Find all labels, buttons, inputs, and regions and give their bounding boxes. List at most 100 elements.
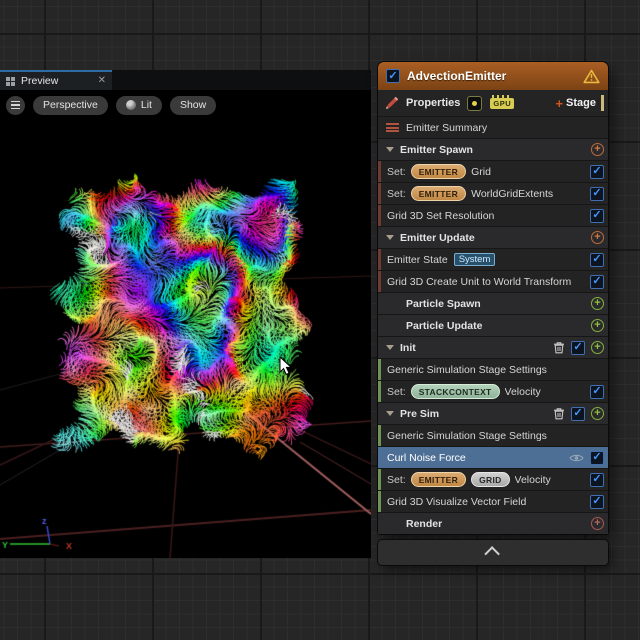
add-module-icon[interactable]: + xyxy=(591,319,604,332)
scope-accent-stripe xyxy=(378,183,381,204)
enabled-checkbox[interactable]: ✓ xyxy=(590,164,604,179)
preview-viewport-canvas xyxy=(0,90,371,558)
emitter-node-panel: ✓ AdvectionEmitter Properties GPU + Stag… xyxy=(378,62,608,565)
namespace-badge-stackcontext: STACKCONTEXT xyxy=(410,384,500,399)
collapse-triangle-icon[interactable] xyxy=(386,147,394,152)
stack-row-generic-simulation-stage-settings[interactable]: Generic Simulation Stage Settings xyxy=(378,425,608,446)
scope-accent-stripe xyxy=(378,249,381,270)
stack-row-curl-noise-force[interactable]: Curl Noise Force ✓ xyxy=(378,447,608,468)
scope-accent-stripe xyxy=(378,425,381,446)
stack-row-worldgridextents[interactable]: Set: EMITTER WorldGridExtents ✓ xyxy=(378,183,608,204)
stack-row-render[interactable]: Render + xyxy=(378,513,608,534)
stack-row-grid[interactable]: Set: EMITTER Grid ✓ xyxy=(378,161,608,182)
set-prefix-label: Set: xyxy=(387,385,406,398)
stack-row-grid-3d-create-unit-to-world-transform[interactable]: Grid 3D Create Unit to World Transform ✓ xyxy=(378,271,608,292)
scope-accent-stripe xyxy=(378,469,381,490)
set-prefix-label: Set: xyxy=(387,165,406,178)
add-module-icon[interactable]: + xyxy=(591,407,604,420)
row-label: Emitter Update xyxy=(400,231,475,244)
gpu-sim-badge: GPU xyxy=(490,94,515,109)
stack-row-velocity[interactable]: Set: STACKCONTEXT Velocity ✓ xyxy=(378,381,608,402)
row-label: Velocity xyxy=(504,385,541,398)
set-prefix-label: Set: xyxy=(387,187,406,200)
stack-row-emitter-state[interactable]: Emitter State System ✓ xyxy=(378,249,608,270)
stack-row-particle-spawn[interactable]: Particle Spawn + xyxy=(378,293,608,314)
mouse-cursor xyxy=(279,356,293,376)
collapse-triangle-icon[interactable] xyxy=(386,235,394,240)
emitter-title: AdvectionEmitter xyxy=(407,69,507,83)
stack-row-grid-3d-set-resolution[interactable]: Grid 3D Set Resolution ✓ xyxy=(378,205,608,226)
summary-list-icon xyxy=(386,123,399,132)
row-label: Grid 3D Visualize Vector Field xyxy=(387,495,527,508)
row-label: Grid 3D Create Unit to World Transform xyxy=(387,275,572,288)
add-module-icon[interactable]: + xyxy=(591,341,604,354)
stack-row-generic-simulation-stage-settings[interactable]: Generic Simulation Stage Settings xyxy=(378,359,608,380)
row-label: Velocity xyxy=(514,473,551,486)
scope-accent-stripe xyxy=(378,271,381,292)
add-module-icon[interactable]: + xyxy=(591,143,604,156)
stack-row-velocity[interactable]: Set: EMITTER GRID Velocity ✓ xyxy=(378,469,608,490)
scope-accent-stripe xyxy=(378,381,381,402)
delete-stage-icon[interactable] xyxy=(553,407,565,420)
show-label: Show xyxy=(179,99,207,111)
row-label: Emitter Spawn xyxy=(400,143,473,156)
enabled-checkbox[interactable]: ✓ xyxy=(571,406,585,421)
visibility-eye-icon[interactable] xyxy=(569,453,584,463)
row-label: Generic Simulation Stage Settings xyxy=(387,429,547,442)
stack-row-particle-update[interactable]: Particle Update + xyxy=(378,315,608,336)
stack-row-pre-sim[interactable]: Pre Sim ✓ + xyxy=(378,403,608,424)
lit-mode-button[interactable]: Lit xyxy=(115,95,162,115)
enabled-checkbox[interactable]: ✓ xyxy=(590,186,604,201)
properties-pencil-icon xyxy=(386,96,399,109)
enabled-checkbox[interactable]: ✓ xyxy=(571,340,585,355)
emitter-header[interactable]: ✓ AdvectionEmitter xyxy=(378,62,608,90)
add-module-icon[interactable]: + xyxy=(591,517,604,530)
niagara-graph-background[interactable]: { "preview": { "tab_label": "Preview", "… xyxy=(0,0,640,640)
viewport-menu-button[interactable] xyxy=(6,95,25,115)
stack-row-init[interactable]: Init ✓ + xyxy=(378,337,608,358)
emitter-stack: Emitter Summary Emitter Spawn + Set: EMITTER… xyxy=(378,117,608,534)
scalability-dot-badge[interactable] xyxy=(467,95,483,111)
enabled-checkbox[interactable]: ✓ xyxy=(590,450,604,465)
enabled-checkbox[interactable]: ✓ xyxy=(590,384,604,399)
enabled-checkbox[interactable]: ✓ xyxy=(590,252,604,267)
properties-label: Properties xyxy=(406,97,461,109)
enabled-checkbox[interactable]: ✓ xyxy=(590,274,604,289)
stack-row-grid-3d-visualize-vector-field[interactable]: Grid 3D Visualize Vector Field ✓ xyxy=(378,491,608,512)
row-label: Pre Sim xyxy=(400,407,440,420)
show-button[interactable]: Show xyxy=(169,95,217,115)
enabled-checkbox[interactable]: ✓ xyxy=(590,208,604,223)
tab-preview[interactable]: Preview ✕ xyxy=(0,70,112,90)
perspective-button[interactable]: Perspective xyxy=(33,95,108,115)
stack-row-emitter-summary[interactable]: Emitter Summary xyxy=(378,117,608,138)
stack-row-properties[interactable]: Properties GPU + Stage xyxy=(378,90,608,116)
add-stage-button[interactable]: + Stage xyxy=(555,97,596,110)
row-label: WorldGridExtents xyxy=(471,187,554,200)
namespace-badge-grid: GRID xyxy=(471,472,510,487)
add-module-icon[interactable]: + xyxy=(591,297,604,310)
stack-row-emitter-update[interactable]: Emitter Update + xyxy=(378,227,608,248)
scope-accent-stripe xyxy=(378,161,381,182)
namespace-badge-emitter: EMITTER xyxy=(410,186,467,201)
lit-label: Lit xyxy=(140,99,152,111)
scope-accent-stripe xyxy=(378,205,381,226)
namespace-badge-emitter: EMITTER xyxy=(410,472,467,487)
namespace-badge-emitter: EMITTER xyxy=(410,164,467,179)
enabled-checkbox[interactable]: ✓ xyxy=(590,494,604,509)
add-module-icon[interactable]: + xyxy=(591,231,604,244)
collapse-triangle-icon[interactable] xyxy=(386,411,394,416)
scope-accent-stripe xyxy=(378,359,381,380)
viewport-toolbar: Perspective Lit Show xyxy=(0,92,217,118)
emitter-enabled-checkbox[interactable]: ✓ xyxy=(386,69,400,83)
warning-icon[interactable] xyxy=(583,69,600,84)
delete-stage-icon[interactable] xyxy=(553,341,565,354)
collapse-triangle-icon[interactable] xyxy=(386,345,394,350)
collapse-panel-button[interactable] xyxy=(378,540,608,565)
close-icon[interactable]: ✕ xyxy=(98,76,106,86)
enabled-checkbox[interactable]: ✓ xyxy=(590,472,604,487)
row-label: Render xyxy=(406,517,443,530)
row-label: Emitter State xyxy=(387,253,448,266)
row-label: Particle Spawn xyxy=(406,297,481,310)
preview-viewport-window[interactable]: Preview ✕ Perspective Lit Show xyxy=(0,70,371,558)
stack-row-emitter-spawn[interactable]: Emitter Spawn + xyxy=(378,139,608,160)
